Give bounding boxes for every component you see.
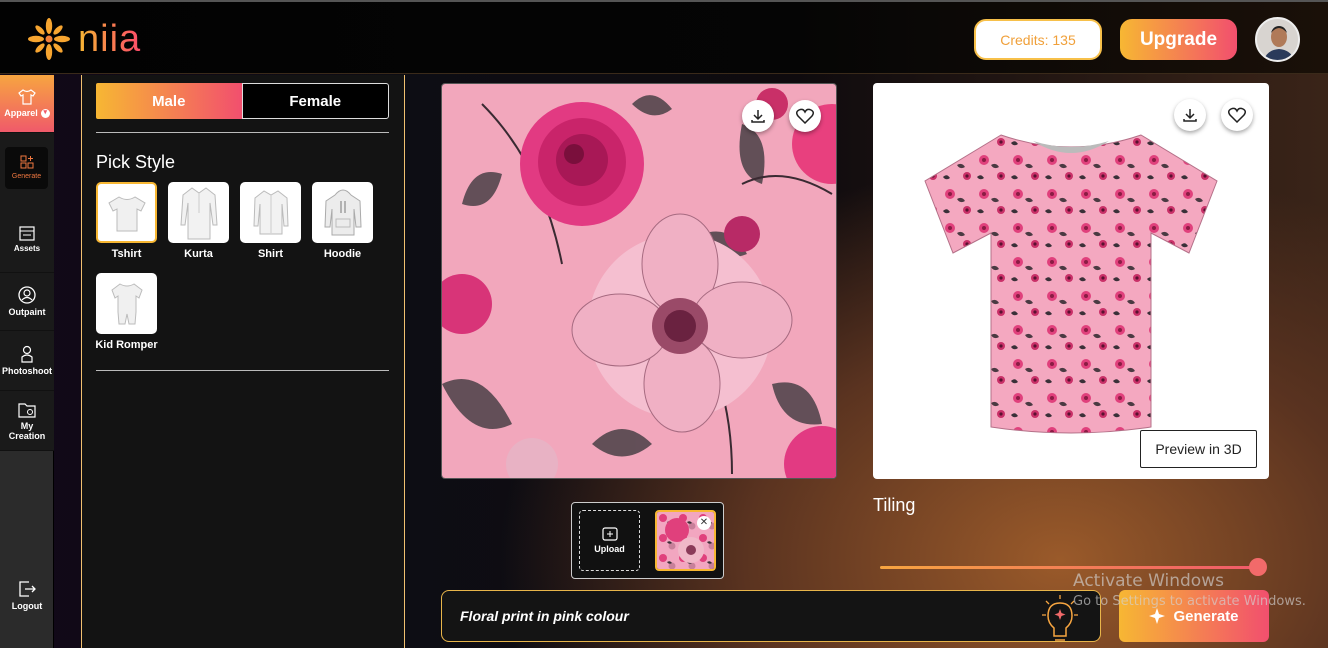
style-thumb: [96, 182, 157, 243]
sidebar-item-assets[interactable]: Assets: [0, 207, 54, 273]
heart-icon: [1228, 107, 1246, 123]
sidebar-group: Generate Assets: [0, 133, 54, 273]
hoodie-icon: [323, 189, 362, 235]
remove-thumbnail-button[interactable]: ✕: [697, 516, 711, 530]
watermark-line-2: Go to Settings to activate Windows.: [1073, 594, 1306, 609]
favorite-pattern-button[interactable]: [789, 100, 821, 132]
style-label: Hoodie: [323, 248, 362, 260]
logo-star-icon: [28, 18, 70, 60]
generate-label: Generate: [1173, 607, 1239, 625]
folder-icon: [18, 402, 36, 418]
divider: [96, 132, 389, 133]
style-option-hoodie[interactable]: Hoodie: [312, 182, 373, 260]
download-icon: [751, 110, 765, 123]
avatar[interactable]: [1255, 17, 1300, 62]
sidebar-item-label: Outpaint: [8, 307, 46, 317]
logout-icon: [19, 580, 36, 597]
tshirt-preview-image[interactable]: [873, 83, 1269, 479]
sidebar-item-label: Logout: [11, 600, 43, 611]
assets-icon: [19, 226, 35, 241]
sidebar-item-label: Assets: [13, 244, 41, 253]
generated-pattern-image[interactable]: [441, 83, 837, 479]
upload-tray: Upload ✕: [571, 502, 724, 579]
sidebar-item-label: My Creation: [8, 420, 46, 441]
style-label: Shirt: [257, 248, 284, 260]
style-label: Kid Romper: [95, 339, 158, 351]
style-label: Kurta: [184, 248, 213, 260]
style-thumb: [168, 182, 229, 243]
sidebar-item-my-creation[interactable]: My Creation: [0, 391, 54, 451]
gender-toggle: Male Female: [96, 83, 389, 119]
style-option-shirt[interactable]: Shirt: [240, 182, 301, 260]
romper-icon: [110, 282, 143, 324]
outpaint-icon: [18, 286, 36, 304]
download-preview-button[interactable]: [1174, 99, 1206, 131]
pick-style-title: Pick Style: [96, 152, 176, 172]
floral-pattern-image: [442, 84, 836, 478]
prompt-text: Floral print in pink colour: [460, 608, 629, 624]
gender-female-button[interactable]: Female: [241, 83, 389, 119]
close-icon: ✕: [699, 517, 709, 528]
generate-icon: [20, 155, 33, 168]
style-thumb: [96, 273, 157, 334]
tshirt-mockup: [924, 134, 1218, 434]
sidebar-item-label: Generate: [11, 172, 42, 180]
sidebar-item-photoshoot[interactable]: Photoshoot: [0, 331, 54, 391]
style-label: Tshirt: [111, 248, 142, 260]
heart-icon: [796, 108, 814, 124]
watermark-line-1: Activate Windows: [1073, 571, 1224, 591]
upload-image-icon: [601, 527, 618, 541]
sidebar-item-apparel[interactable]: Apparel ▾: [0, 75, 54, 133]
credits-badge[interactable]: Credits: 135: [974, 19, 1102, 60]
sidebar-item-outpaint[interactable]: Outpaint: [0, 273, 54, 331]
style-option-kurta[interactable]: Kurta: [168, 182, 229, 260]
style-option-kid-romper[interactable]: Kid Romper: [95, 273, 158, 351]
style-thumb: [240, 182, 301, 243]
photoshoot-icon: [21, 345, 33, 363]
download-icon: [1183, 109, 1197, 122]
divider: [96, 370, 389, 371]
upgrade-button[interactable]: Upgrade: [1120, 19, 1237, 60]
kurta-icon: [179, 186, 218, 239]
chevron-down-icon: ▾: [40, 108, 50, 118]
sparkle-icon: [1149, 608, 1166, 624]
preview-3d-button[interactable]: Preview in 3D: [1140, 430, 1257, 468]
top-bar: niia Credits: 135 Upgrade: [0, 0, 1328, 74]
shirt-icon: [18, 89, 36, 105]
upload-button[interactable]: Upload: [579, 510, 640, 571]
gender-male-button[interactable]: Male: [96, 83, 242, 119]
sidebar-item-label: Apparel: [4, 108, 38, 118]
sidebar-item-label: Photoshoot: [2, 366, 52, 376]
tiling-label: Tiling: [873, 495, 916, 515]
sidebar-item-logout[interactable]: Logout: [0, 569, 54, 621]
nav-sidebar: Apparel ▾ Generate Assets Outpaint Photo…: [0, 75, 54, 648]
favorite-preview-button[interactable]: [1221, 99, 1253, 131]
logo-text: niia: [78, 17, 142, 60]
prompt-input[interactable]: Floral print in pink colour: [441, 590, 1101, 642]
sidebar-item-generate[interactable]: Generate: [5, 147, 48, 189]
tshirt-icon: [107, 195, 146, 231]
style-option-tshirt[interactable]: Tshirt: [96, 182, 157, 260]
user-photo-icon: [1257, 19, 1298, 60]
style-panel: Male Female Pick Style Tshirt Kurta Shir…: [81, 75, 405, 648]
upload-label: Upload: [594, 544, 625, 554]
shirt-icon: [252, 189, 289, 234]
style-thumb: [312, 182, 373, 243]
download-pattern-button[interactable]: [742, 100, 774, 132]
tiling-slider-track[interactable]: [880, 566, 1258, 569]
activate-windows-watermark: Activate Windows Go to Settings to activ…: [1073, 571, 1306, 609]
app-logo[interactable]: niia: [26, 16, 141, 62]
